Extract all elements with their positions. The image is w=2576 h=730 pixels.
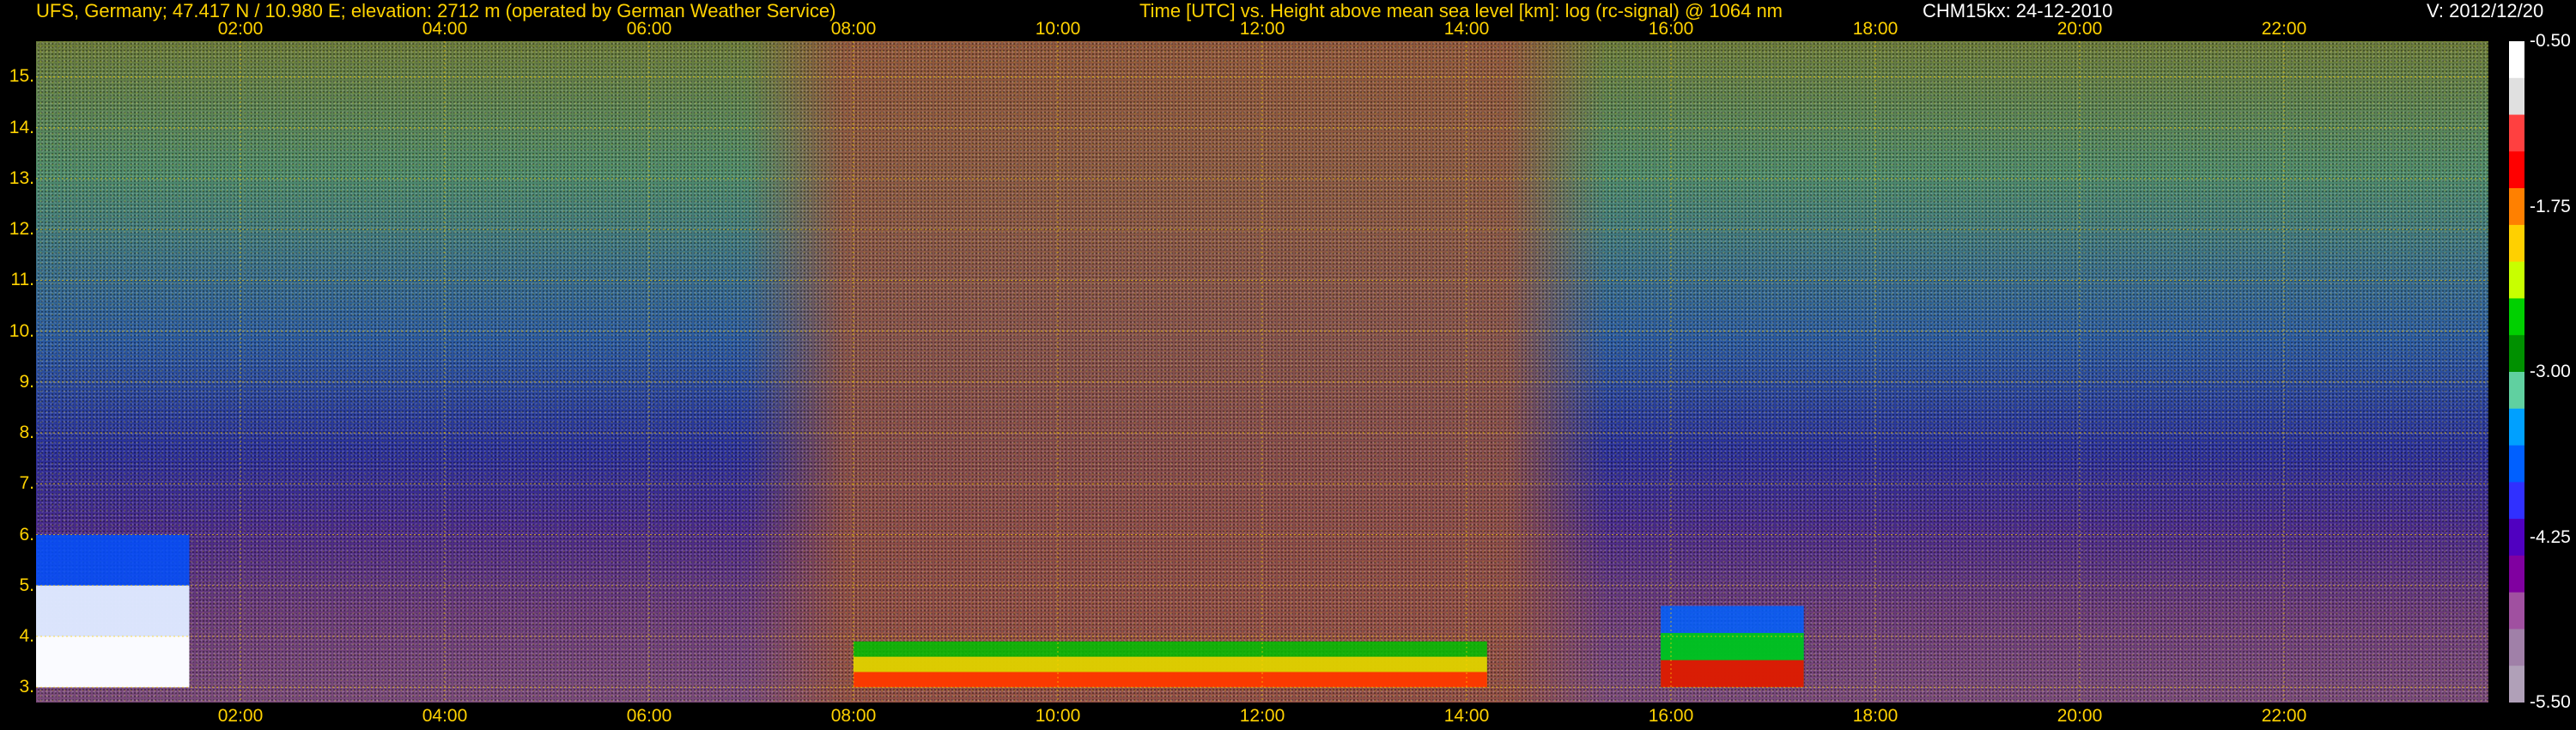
x-tick-bottom-7: 16:00	[1648, 706, 1694, 726]
colorbar-segment-17	[2509, 666, 2524, 703]
colorbar-segment-11	[2509, 445, 2524, 484]
x-tick-bottom-3: 08:00	[830, 706, 877, 726]
colorbar-segment-9	[2509, 372, 2524, 410]
y-tick-4: 7.	[19, 473, 34, 494]
y-tick-3: 6.	[19, 524, 34, 544]
colorbar-segment-2	[2509, 114, 2524, 153]
x-tick-top-5: 12:00	[1239, 19, 1285, 39]
x-tick-top-7: 16:00	[1648, 19, 1694, 39]
colorbar-segment-4	[2509, 188, 2524, 226]
x-tick-top-0: 02:00	[217, 19, 264, 39]
colorbar	[2509, 41, 2524, 703]
colorbar-segment-10	[2509, 408, 2524, 447]
x-tick-bottom-9: 20:00	[2057, 706, 2103, 726]
colorbar-segment-14	[2509, 555, 2524, 593]
colorbar-segment-16	[2509, 629, 2524, 667]
y-tick-8: 11.	[10, 270, 34, 290]
x-tick-top-6: 14:00	[1443, 19, 1490, 39]
y-tick-6: 9.	[19, 371, 34, 392]
feature-2-layer-2	[1661, 660, 1804, 688]
x-tick-bottom-10: 22:00	[2261, 706, 2307, 726]
x-tick-bottom-2: 06:00	[626, 706, 672, 726]
x-tick-bottom-8: 18:00	[1852, 706, 1899, 726]
feature-3-layer-2	[36, 636, 190, 688]
colorbar-segment-13	[2509, 519, 2524, 557]
x-tick-top-10: 22:00	[2261, 19, 2307, 39]
y-tick-12: 15.	[9, 66, 34, 87]
x-tick-top-4: 10:00	[1035, 19, 1081, 39]
x-tick-top-3: 08:00	[830, 19, 877, 39]
plot-overlay	[36, 41, 2488, 703]
y-tick-7: 10.	[9, 320, 34, 341]
y-tick-5: 8.	[19, 423, 34, 443]
plot-area	[36, 41, 2488, 703]
y-tick-9: 12.	[9, 219, 34, 240]
colorbar-segment-7	[2509, 298, 2524, 337]
colorbar-tick-2: -3.00	[2530, 362, 2571, 381]
x-tick-bottom-4: 10:00	[1035, 706, 1081, 726]
x-tick-top-1: 04:00	[422, 19, 468, 39]
x-tick-top-2: 06:00	[626, 19, 672, 39]
colorbar-tick-4: -5.50	[2530, 692, 2571, 712]
x-tick-bottom-0: 02:00	[217, 706, 264, 726]
feature-1-layer-2	[854, 672, 1487, 688]
y-tick-0: 3.	[19, 677, 34, 697]
x-tick-top-8: 18:00	[1852, 19, 1899, 39]
colorbar-tick-1: -1.75	[2530, 196, 2571, 216]
colorbar-segment-3	[2509, 151, 2524, 190]
colorbar-segment-0	[2509, 41, 2524, 79]
y-tick-2: 5.	[19, 575, 34, 595]
x-tick-bottom-5: 12:00	[1239, 706, 1285, 726]
colorbar-tick-3: -4.25	[2530, 526, 2571, 547]
colorbar-segment-1	[2509, 77, 2524, 116]
colorbar-segment-8	[2509, 335, 2524, 373]
y-tick-10: 13.	[9, 167, 34, 188]
x-tick-bottom-6: 14:00	[1443, 706, 1490, 726]
colorbar-segment-15	[2509, 592, 2524, 630]
colorbar-segment-6	[2509, 261, 2524, 300]
x-tick-bottom-1: 04:00	[422, 706, 468, 726]
y-tick-11: 14.	[9, 117, 34, 137]
colorbar-tick-0: -0.50	[2530, 31, 2571, 51]
colorbar-segment-5	[2509, 224, 2524, 263]
version-label: V: 2012/12/20	[2427, 0, 2544, 21]
colorbar-segment-12	[2509, 482, 2524, 520]
y-tick-1: 4.	[19, 626, 34, 646]
x-tick-top-9: 20:00	[2057, 19, 2103, 39]
